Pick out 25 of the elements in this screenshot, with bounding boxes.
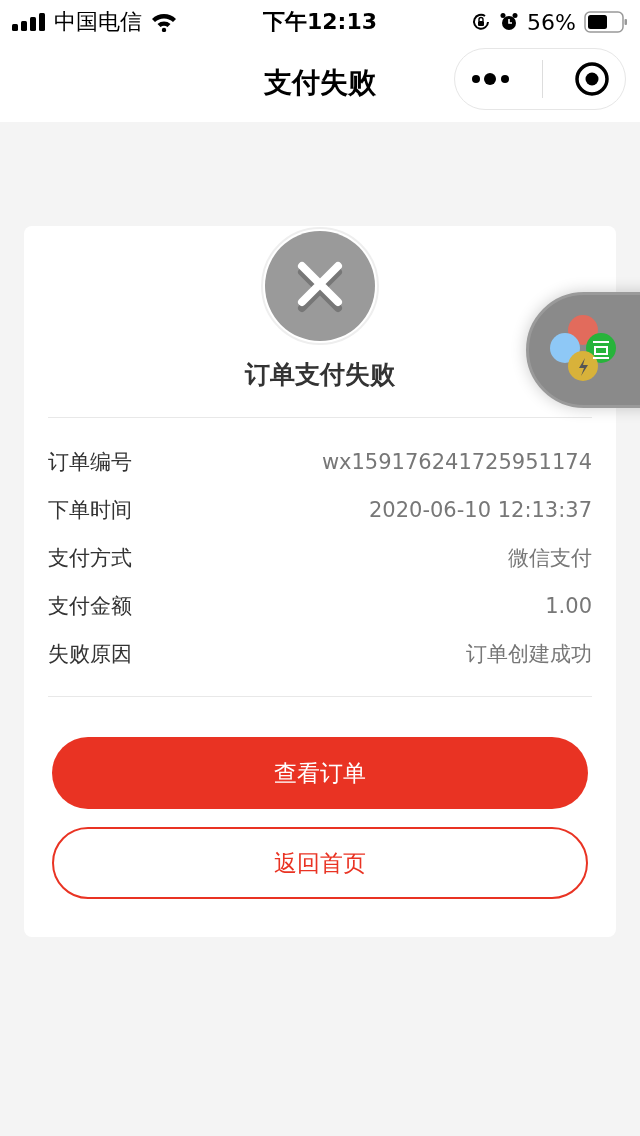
- detail-label: 失败原因: [48, 641, 132, 668]
- detail-value: 微信支付: [508, 545, 592, 572]
- more-icon[interactable]: [470, 72, 511, 86]
- detail-label: 支付金额: [48, 593, 132, 620]
- alarm-icon: [499, 12, 520, 32]
- detail-value: wx159176241725951174: [321, 450, 592, 474]
- detail-label: 下单时间: [48, 497, 132, 524]
- view-order-button[interactable]: 查看订单: [52, 737, 588, 809]
- floating-widget[interactable]: [526, 292, 640, 408]
- battery-icon: [584, 11, 628, 33]
- wifi-icon: [150, 12, 178, 32]
- detail-value: 1.00: [545, 594, 592, 618]
- detail-value: 订单创建成功: [466, 641, 592, 668]
- close-target-icon[interactable]: [573, 61, 610, 97]
- rotation-lock-icon: [471, 12, 492, 32]
- page-title: 支付失败: [264, 65, 376, 101]
- carrier-name: 中国电信: [54, 8, 142, 36]
- signal-icon: [12, 13, 46, 31]
- detail-label: 支付方式: [48, 545, 132, 572]
- detail-label: 订单编号: [48, 449, 132, 476]
- detail-value: 2020-06-10 12:13:37: [368, 498, 592, 522]
- battery-percent: 56%: [527, 9, 576, 35]
- home-button[interactable]: 返回首页: [52, 827, 588, 899]
- status-time: 下午12:13: [263, 8, 377, 36]
- result-title: 订单支付失败: [243, 359, 396, 391]
